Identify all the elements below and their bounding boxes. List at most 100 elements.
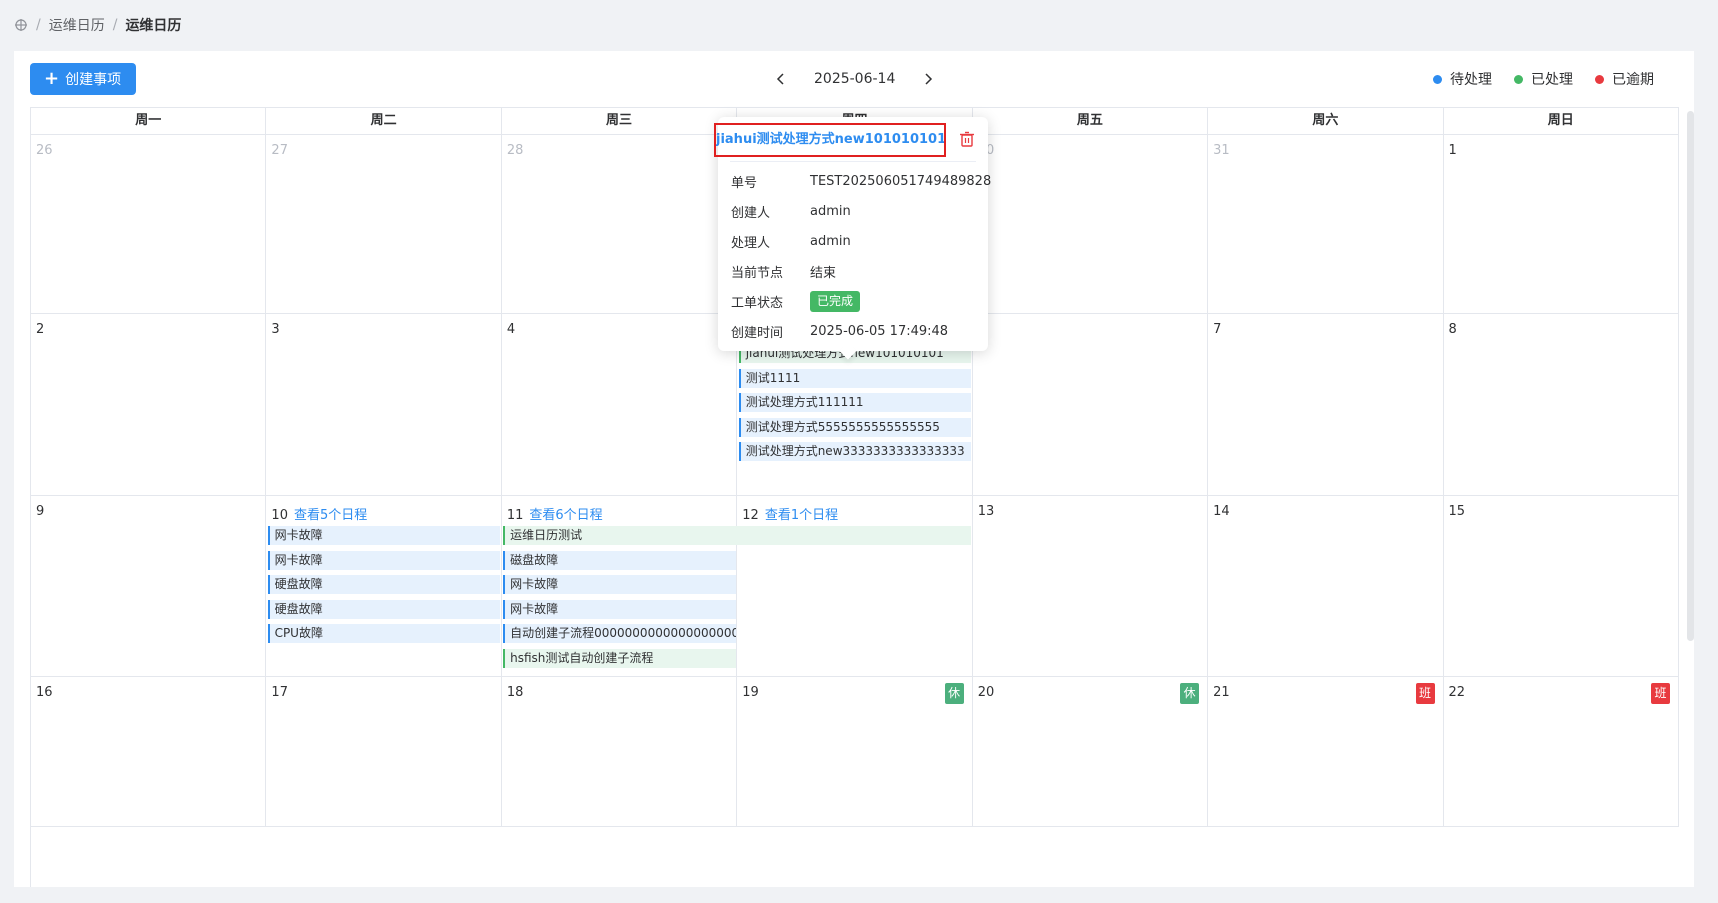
day-number: 4: [507, 322, 515, 337]
popover-field: 创建时间 2025-06-05 17:49:48: [731, 316, 991, 346]
field-label: 当前节点: [731, 265, 784, 281]
weekday-6: 周六: [1208, 108, 1444, 135]
holiday-badge: 休: [1180, 683, 1200, 704]
view-more-link[interactable]: 查看5个日程: [294, 508, 367, 523]
legend-item: 已处理: [1514, 69, 1573, 89]
status-legend: 待处理 已处理 已逾期: [1433, 63, 1654, 95]
day-number-text: 2: [36, 322, 45, 337]
day-cell[interactable]: 12 查看1个日程: [737, 496, 973, 677]
day-cell[interactable]: 26: [31, 135, 267, 314]
day-cell[interactable]: 14: [1208, 496, 1444, 677]
day-cell[interactable]: 28: [501, 135, 738, 314]
vertical-scrollbar[interactable]: [1687, 111, 1694, 641]
field-label: 创建人: [731, 205, 771, 221]
day-cell[interactable]: 20 休: [972, 677, 1209, 827]
calendar-event[interactable]: 磁盘故障: [503, 550, 736, 570]
create-item-label: 创建事项: [65, 72, 122, 88]
calendar-event[interactable]: 测试1111: [738, 368, 972, 388]
workday-badge: 班: [1415, 683, 1435, 704]
calendar-event[interactable]: 网卡故障: [267, 526, 501, 545]
calendar-event[interactable]: 测试处理方式new3333333333333333: [738, 442, 972, 461]
day-number-text: 10: [271, 508, 288, 523]
status-badge: 已完成: [810, 290, 861, 312]
field-value: TEST202506051749489828: [810, 173, 992, 189]
calendar-event[interactable]: hsfish测试自动创建子流程: [503, 648, 736, 668]
day-cell[interactable]: 2: [31, 314, 267, 496]
day-number: 20: [978, 685, 995, 700]
day-number: 10 查看5个日程: [271, 504, 367, 523]
calendar-event[interactable]: 硬盘故障: [267, 599, 501, 619]
day-cell[interactable]: 16: [31, 677, 267, 827]
create-item-button[interactable]: + 创建事项: [30, 63, 137, 95]
status-dot-icon: [1433, 74, 1442, 84]
weekday-2: 周二: [266, 108, 502, 135]
day-number: 16: [36, 685, 53, 700]
breadcrumb-parent[interactable]: 运维日历: [49, 15, 105, 35]
calendar-event[interactable]: 自动创建子流程00000000000000000000: [503, 624, 736, 643]
day-number-text: 15: [1448, 504, 1466, 519]
calendar-event[interactable]: 测试处理方式5555555555555555: [738, 417, 972, 437]
day-cell[interactable]: 21 班: [1208, 677, 1444, 827]
chevron-right-icon[interactable]: [921, 72, 935, 86]
weekday-1: 周一: [31, 108, 267, 135]
day-number-text: 12: [742, 508, 759, 523]
status-dot-icon: [1595, 74, 1604, 84]
trash-icon[interactable]: [958, 130, 976, 148]
week-row: 16 17 18 19 休 20 休 21 班 22 班: [31, 677, 1679, 827]
day-number: 2: [36, 322, 44, 337]
popover-field: 单号 TEST202506051749489828: [731, 166, 991, 196]
day-number-text: 27: [271, 143, 288, 158]
calendar-event[interactable]: 运维日历测试: [503, 526, 972, 545]
breadcrumb-current: 运维日历: [125, 18, 182, 34]
day-number: 12 查看1个日程: [742, 504, 838, 523]
view-more-link[interactable]: 查看6个日程: [529, 508, 602, 523]
breadcrumb-separator: /: [36, 17, 41, 33]
move-icon: [15, 19, 27, 31]
day-number-text: 18: [506, 685, 524, 700]
current-date[interactable]: 2025-06-14: [814, 71, 895, 87]
calendar-event[interactable]: 网卡故障: [503, 575, 736, 594]
day-number: 31: [1213, 143, 1230, 158]
day-cell[interactable]: 13: [972, 496, 1209, 677]
calendar-event[interactable]: 网卡故障: [503, 599, 736, 619]
calendar-event[interactable]: 测试处理方式111111: [738, 393, 972, 412]
popover-fields: 单号 TEST202506051749489828 创建人 admin 处理人 admin…: [731, 166, 991, 346]
popover-title[interactable]: jiahui测试处理方式new101010101: [714, 123, 946, 157]
day-cell[interactable]: 30: [972, 135, 1209, 314]
day-cell[interactable]: 6: [972, 314, 1209, 496]
day-cell[interactable]: 17: [266, 677, 502, 827]
day-cell[interactable]: 18: [501, 677, 738, 827]
field-label: 单号: [731, 175, 758, 191]
calendar-event[interactable]: CPU故障: [267, 624, 501, 643]
day-cell[interactable]: 3: [266, 314, 502, 496]
legend-item: 待处理: [1433, 69, 1492, 89]
day-number-text: 19: [742, 685, 759, 700]
day-number: 17: [271, 685, 288, 700]
day-cell[interactable]: 9: [31, 496, 267, 677]
day-number: 28: [507, 143, 524, 158]
status-dot-icon: [1514, 74, 1523, 84]
day-number-text: 31: [1213, 143, 1230, 158]
week-row: 9 10 查看5个日程 11 查看6个日程 12 查看1个日程 13 14 15 运维日历测试 网卡故…: [31, 496, 1679, 677]
calendar-event[interactable]: 网卡故障: [267, 550, 501, 570]
event-detail-popover: jiahui测试处理方式new101010101 单号 TEST202506051…: [714, 117, 991, 351]
view-more-link[interactable]: 查看1个日程: [765, 508, 838, 523]
popover-field: 处理人 admin: [731, 226, 991, 256]
day-cell[interactable]: 15: [1443, 496, 1679, 677]
day-cell[interactable]: 8: [1443, 314, 1679, 496]
legend-label: 待处理: [1450, 72, 1492, 88]
day-cell[interactable]: 4: [501, 314, 738, 496]
calendar-event[interactable]: 硬盘故障: [267, 575, 501, 594]
day-cell[interactable]: 31: [1208, 135, 1444, 314]
day-cell[interactable]: 1: [1443, 135, 1679, 314]
chevron-left-icon[interactable]: [774, 72, 788, 86]
day-cell[interactable]: 22 班: [1443, 677, 1679, 827]
weekday-3: 周三: [501, 108, 738, 135]
day-number: 14: [1213, 504, 1230, 519]
day-cell[interactable]: 19 休: [737, 677, 973, 827]
breadcrumb-separator: /: [112, 17, 118, 33]
field-value: 2025-06-05 17:49:48: [810, 323, 949, 339]
day-number: 22: [1449, 685, 1466, 700]
day-cell[interactable]: 27: [266, 135, 502, 314]
day-cell[interactable]: 7: [1208, 314, 1444, 496]
